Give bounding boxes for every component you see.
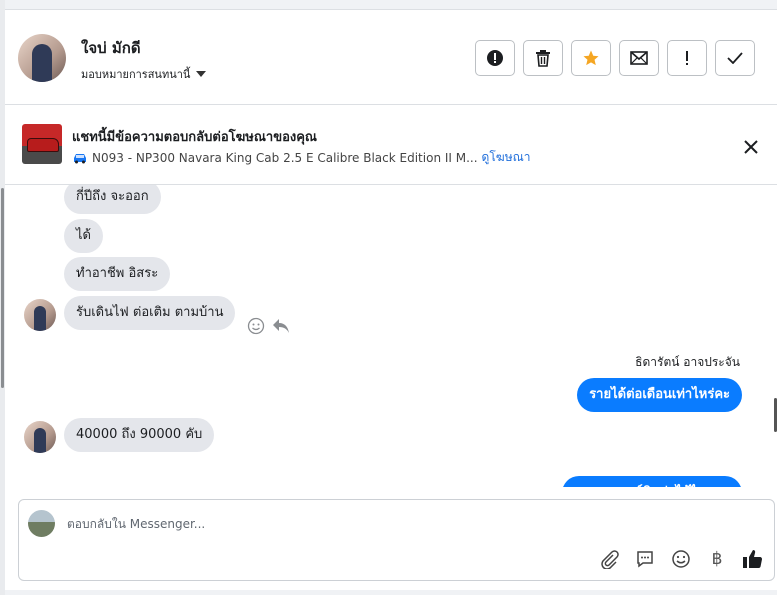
paperclip-icon	[601, 550, 619, 569]
message-bubble-outgoing[interactable]: แอดขอเบอร์ติดต่อได้ไหมคะ	[561, 476, 742, 487]
like-button[interactable]	[742, 548, 764, 570]
conversation-panel: ใจบ่ มักดี มอบหมายการสนทนานี้ แชทนี้มีข้…	[5, 9, 777, 590]
conversation-header: ใจบ่ มักดี มอบหมายการสนทนานี้	[5, 10, 777, 105]
thumbs-up-icon	[743, 550, 763, 569]
contact-avatar[interactable]	[18, 34, 66, 82]
delete-button[interactable]	[523, 40, 563, 76]
saved-replies-button[interactable]	[634, 548, 656, 570]
follow-up-button[interactable]	[667, 40, 707, 76]
reaction-smiley-icon[interactable]	[247, 317, 265, 335]
spam-button[interactable]	[475, 40, 515, 76]
message-bubble[interactable]: รับเดินไฟ ต่อเติม ตามบ้าน	[64, 296, 236, 330]
chat-bubble-icon	[637, 551, 653, 568]
trash-icon	[536, 50, 550, 67]
message-bubble-outgoing[interactable]: รายได้ต่อเดือนเท่าไหร่คะ	[577, 378, 742, 412]
assign-conversation-dropdown[interactable]: มอบหมายการสนทนานี้	[81, 65, 207, 83]
exclamation-icon	[686, 51, 688, 65]
envelope-icon	[630, 51, 648, 65]
close-icon[interactable]	[743, 139, 759, 155]
contact-avatar-small	[24, 421, 56, 453]
ad-reply-banner: แชทนี้มีข้อความตอบกลับต่อโฆษณาของคุณ N09…	[5, 105, 777, 185]
page-avatar	[28, 510, 55, 537]
sender-name: ธิดารัตน์ อาจประจัน	[635, 355, 740, 369]
smiley-icon	[672, 550, 690, 568]
reply-input[interactable]	[65, 510, 669, 538]
star-icon	[583, 50, 599, 66]
message-actions	[247, 317, 291, 335]
car-icon	[74, 153, 86, 163]
assign-label: มอบหมายการสนทนานี้	[81, 68, 191, 81]
header-toolbar	[475, 40, 755, 76]
reply-composer: ฿	[18, 499, 775, 581]
banner-title: แชทนี้มีข้อความตอบกลับต่อโฆษณาของคุณ	[72, 130, 317, 145]
attach-button[interactable]	[598, 548, 620, 570]
ad-info-row: N093 - NP300 Navara King Cab 2.5 E Calib…	[72, 148, 530, 167]
view-ad-link[interactable]: ดูโฆษณา	[482, 148, 531, 167]
star-button[interactable]	[571, 40, 611, 76]
ad-thumbnail[interactable]	[22, 124, 62, 164]
message-bubble[interactable]: กี่ปีถึง จะออก	[64, 185, 161, 214]
emoji-button[interactable]	[670, 548, 692, 570]
ad-name: N093 - NP300 Navara King Cab 2.5 E Calib…	[92, 150, 478, 165]
message-bubble[interactable]: ทำอาชีพ อิสระ	[64, 257, 171, 291]
message-bubble[interactable]: ได้	[64, 219, 103, 253]
contact-name[interactable]: ใจบ่ มักดี	[81, 36, 141, 60]
mark-unread-button[interactable]	[619, 40, 659, 76]
left-scrollbar[interactable]	[1, 188, 4, 388]
payment-baht-icon[interactable]: ฿	[706, 548, 728, 570]
message-list[interactable]: กี่ปีถึง จะออก ได้ ทำอาชีพ อิสระ รับเดิน…	[5, 185, 777, 487]
composer-toolbar: ฿	[598, 548, 764, 570]
reply-arrow-icon[interactable]	[271, 317, 291, 335]
message-bubble[interactable]: 40000 ถึง 90000 คับ	[64, 418, 215, 452]
alert-circle-icon	[487, 50, 503, 66]
contact-avatar-small	[24, 299, 56, 331]
mark-done-button[interactable]	[715, 40, 755, 76]
caret-down-icon	[196, 71, 207, 77]
checkmark-icon	[727, 52, 743, 64]
